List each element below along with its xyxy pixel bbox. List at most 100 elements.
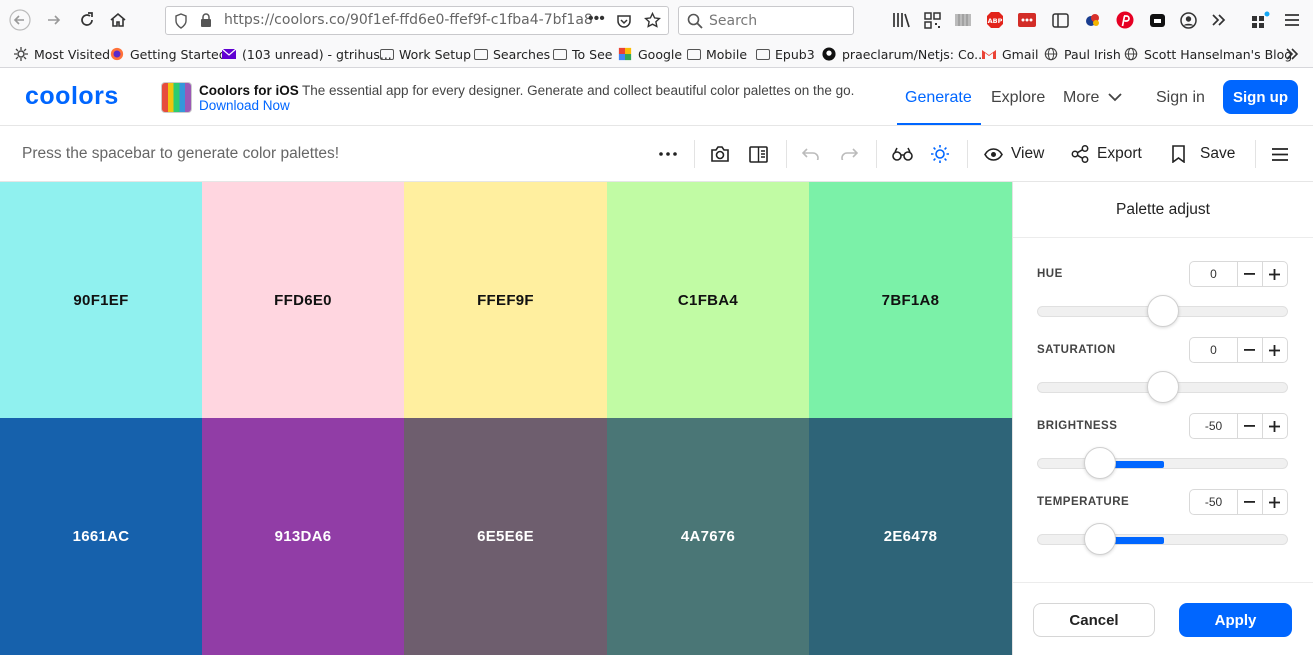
- wallet-extension-icon[interactable]: [1147, 10, 1167, 30]
- promo-title[interactable]: Coolors for iOS: [199, 83, 299, 98]
- color-swatch-adjusted[interactable]: 2E6478: [809, 418, 1012, 655]
- sidebar-toggle-icon[interactable]: [1050, 10, 1070, 30]
- increment-button[interactable]: [1263, 338, 1287, 362]
- color-swatch-adjusted[interactable]: 913DA6: [202, 418, 404, 655]
- bookmark-google[interactable]: Google: [617, 45, 682, 63]
- stepper-value[interactable]: 0: [1190, 262, 1239, 286]
- signup-button[interactable]: Sign up: [1223, 80, 1298, 114]
- saturation-stepper[interactable]: 0: [1189, 337, 1288, 363]
- brightness-slider-thumb[interactable]: [1083, 447, 1116, 479]
- cancel-button[interactable]: Cancel: [1033, 603, 1155, 637]
- temperature-stepper[interactable]: -50: [1189, 489, 1288, 515]
- increment-button[interactable]: [1263, 414, 1287, 438]
- color-hex-label[interactable]: FFD6E0: [274, 292, 332, 309]
- bookmark-yahoo-mail[interactable]: (103 unread) - gtrihus...: [221, 45, 392, 63]
- home-button[interactable]: [105, 8, 131, 32]
- bookmark-most-visited[interactable]: Most Visited: [13, 45, 110, 63]
- color-hex-label[interactable]: 90F1EF: [73, 292, 128, 309]
- page-actions-icon[interactable]: •••: [588, 10, 605, 28]
- color-swatch-original[interactable]: C1FBA4: [607, 182, 809, 418]
- back-button[interactable]: [7, 8, 33, 32]
- library-icon[interactable]: [891, 10, 911, 30]
- reader-extension-icon[interactable]: [953, 10, 973, 30]
- lastpass-icon[interactable]: [1017, 10, 1037, 30]
- bookmark-getting-started[interactable]: Getting Started: [109, 45, 227, 63]
- color-swatch-original[interactable]: FFEF9F: [404, 182, 607, 418]
- color-hex-label[interactable]: FFEF9F: [477, 292, 534, 309]
- hamburger-menu-icon[interactable]: [1282, 10, 1302, 30]
- browser-search-box[interactable]: Search: [678, 6, 854, 35]
- stepper-value[interactable]: -50: [1190, 414, 1239, 438]
- nav-explore[interactable]: Explore: [991, 89, 1045, 107]
- bookmark-netjs[interactable]: praeclarum/Netjs: Co...: [821, 45, 986, 63]
- increment-button[interactable]: [1263, 262, 1287, 286]
- color-hex-label[interactable]: 7BF1A8: [882, 292, 940, 309]
- pinterest-icon[interactable]: [1115, 10, 1135, 30]
- bookmark-to-see[interactable]: To See: [553, 45, 612, 63]
- qr-code-icon[interactable]: [922, 10, 942, 30]
- stepper-value[interactable]: -50: [1190, 490, 1239, 514]
- save-button[interactable]: Save: [1171, 142, 1235, 166]
- menu-button[interactable]: [1270, 142, 1290, 166]
- coolors-logo[interactable]: coolors: [25, 82, 119, 111]
- forward-button[interactable]: [41, 8, 67, 32]
- hue-slider-thumb[interactable]: [1146, 295, 1179, 327]
- stepper-value[interactable]: 0: [1190, 338, 1239, 362]
- color-swatch-adjusted[interactable]: 4A7676: [607, 418, 809, 655]
- bookmark-epub3[interactable]: Epub3: [756, 45, 815, 63]
- view-button[interactable]: View: [984, 142, 1044, 166]
- color-hex-label[interactable]: 913DA6: [275, 528, 332, 545]
- export-button[interactable]: Export: [1071, 142, 1142, 166]
- bookmarks-overflow-button[interactable]: [1285, 45, 1299, 63]
- apply-button[interactable]: Apply: [1179, 603, 1292, 637]
- bookmark-paul-irish[interactable]: Paul Irish: [1043, 45, 1121, 63]
- decrement-button[interactable]: [1238, 338, 1263, 362]
- hue-stepper[interactable]: 0: [1189, 261, 1288, 287]
- color-blindness-button[interactable]: [890, 142, 914, 166]
- nav-generate[interactable]: Generate: [905, 89, 972, 107]
- color-swatch-adjusted[interactable]: 6E5E6E: [404, 418, 607, 655]
- color-swatch-original[interactable]: 7BF1A8: [809, 182, 1012, 418]
- bookmark-hanselman[interactable]: Scott Hanselman's Blog: [1123, 45, 1292, 63]
- nav-more[interactable]: More: [1063, 89, 1122, 107]
- color-swatch-original[interactable]: FFD6E0: [202, 182, 404, 418]
- color-hex-label[interactable]: 4A7676: [681, 528, 735, 545]
- temperature-slider-thumb[interactable]: [1083, 523, 1116, 555]
- more-options-button[interactable]: [656, 142, 680, 166]
- address-bar[interactable]: https://coolors.co/90f1ef-ffd6e0-ffef9f-…: [165, 6, 669, 35]
- account-icon[interactable]: [1178, 10, 1198, 30]
- brightness-stepper[interactable]: -50: [1189, 413, 1288, 439]
- saturation-slider-thumb[interactable]: [1146, 371, 1179, 403]
- bookmark-gmail[interactable]: Gmail: [981, 45, 1038, 63]
- brightness-slider-track[interactable]: [1037, 458, 1288, 469]
- screenshot-button[interactable]: [708, 142, 732, 166]
- overflow-chevron-icon[interactable]: [1209, 10, 1229, 30]
- decrement-button[interactable]: [1238, 262, 1263, 286]
- adjust-palette-button[interactable]: [928, 142, 952, 166]
- color-swatch-original[interactable]: 90F1EF: [0, 182, 202, 418]
- download-now-link[interactable]: Download Now: [199, 98, 290, 113]
- ios-app-thumbnail[interactable]: [161, 82, 192, 113]
- color-hex-label[interactable]: 1661AC: [73, 528, 130, 545]
- redo-button[interactable]: [838, 142, 860, 166]
- pocket-icon[interactable]: [616, 13, 632, 29]
- extensions-menu-icon[interactable]: [1251, 10, 1271, 30]
- color-hex-label[interactable]: 6E5E6E: [477, 528, 534, 545]
- nav-signin[interactable]: Sign in: [1156, 89, 1205, 107]
- increment-button[interactable]: [1263, 490, 1287, 514]
- bookmark-mobile[interactable]: Mobile: [687, 45, 747, 63]
- bookmark-star-icon[interactable]: [644, 12, 661, 29]
- decrement-button[interactable]: [1238, 414, 1263, 438]
- color-extension-icon[interactable]: [1083, 10, 1103, 30]
- temperature-slider-track[interactable]: [1037, 534, 1288, 545]
- adblock-plus-icon[interactable]: ABP: [985, 10, 1005, 30]
- color-hex-label[interactable]: C1FBA4: [678, 292, 738, 309]
- color-hex-label[interactable]: 2E6478: [884, 528, 938, 545]
- view-layout-button[interactable]: [746, 142, 770, 166]
- color-swatch-adjusted[interactable]: 1661AC: [0, 418, 202, 655]
- decrement-button[interactable]: [1238, 490, 1263, 514]
- undo-button[interactable]: [800, 142, 822, 166]
- bookmark-work-setup[interactable]: Work Setup: [380, 45, 471, 63]
- reload-button[interactable]: [74, 8, 100, 32]
- bookmark-searches[interactable]: Searches: [474, 45, 550, 63]
